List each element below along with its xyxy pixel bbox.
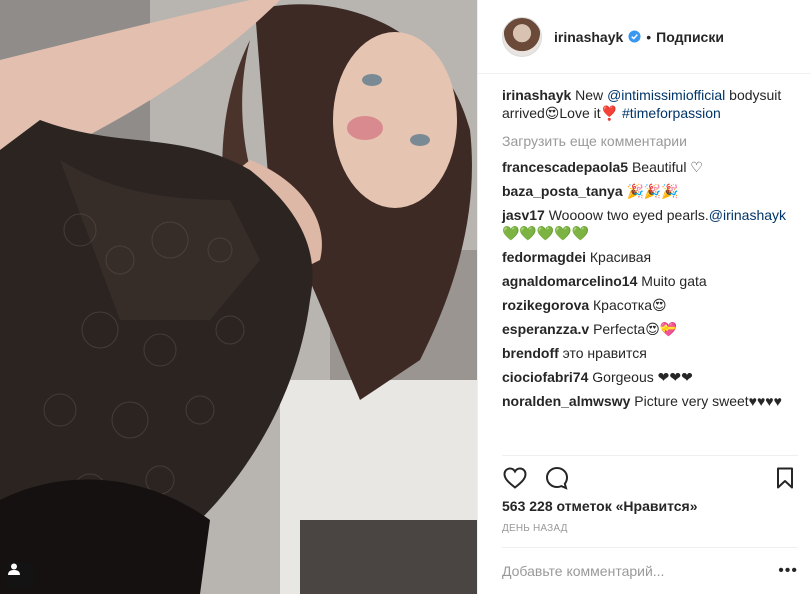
comment-mention[interactable]: @irinashayk bbox=[709, 207, 786, 223]
comment-text: Muito gata bbox=[641, 273, 707, 289]
comment-bubble-icon[interactable] bbox=[544, 465, 570, 491]
comment-username[interactable]: jasv17 bbox=[502, 207, 545, 223]
comment-text: Красивая bbox=[589, 249, 652, 265]
comment-username[interactable]: brendoff bbox=[502, 345, 559, 361]
comment-username[interactable]: fedormagdei bbox=[502, 249, 586, 265]
action-bar bbox=[502, 455, 798, 499]
comment-username[interactable]: noralden_almwswy bbox=[502, 393, 630, 409]
separator-dot: • bbox=[646, 28, 652, 45]
load-more-comments[interactable]: Загрузить еще комментарии bbox=[502, 132, 798, 150]
caption-text: New bbox=[575, 87, 608, 103]
comment: jasv17 Woooow two eyed pearls.@irinashay… bbox=[502, 206, 798, 242]
heart-icon[interactable] bbox=[502, 465, 528, 491]
comment: fedormagdei Красивая bbox=[502, 248, 798, 266]
comment: rozikegorova Красотка😍 bbox=[502, 296, 798, 314]
comment-text: 🎉🎉🎉 bbox=[626, 183, 679, 199]
comment-text: Picture very sweet♥♥♥♥ bbox=[634, 393, 782, 409]
comment: agnaldomarcelino14 Muito gata bbox=[502, 272, 798, 290]
comment-username[interactable]: baza_posta_tanya bbox=[502, 183, 623, 199]
caption-username[interactable]: irinashayk bbox=[502, 87, 571, 103]
comment: brendoff это нравится bbox=[502, 344, 798, 362]
avatar[interactable] bbox=[502, 16, 542, 57]
likes-count[interactable]: 563 228 отметок «Нравится» bbox=[502, 498, 698, 514]
comment-text: Perfecta😍💝 bbox=[593, 321, 678, 337]
comment-username[interactable]: esperanzza.v bbox=[502, 321, 589, 337]
follow-button[interactable]: Подписки bbox=[656, 29, 724, 45]
caption: irinashayk New @intimissimiofficial body… bbox=[502, 86, 798, 122]
comment-text: Beautiful ♡ bbox=[631, 159, 703, 175]
verified-badge-icon bbox=[628, 30, 641, 43]
comments-list: irinashayk New @intimissimiofficial body… bbox=[502, 86, 798, 416]
comment: noralden_almwswy Picture very sweet♥♥♥♥ bbox=[502, 392, 798, 410]
caption-mention[interactable]: @intimissimiofficial bbox=[607, 87, 725, 103]
comment-username[interactable]: rozikegorova bbox=[502, 297, 589, 313]
comment: francescadepaola5 Beautiful ♡ bbox=[502, 158, 798, 176]
comment: ciociofabri74 Gorgeous ❤❤❤ bbox=[502, 368, 798, 386]
post-timestamp[interactable]: ДЕНЬ НАЗАД bbox=[502, 523, 568, 534]
more-options-icon[interactable]: ••• bbox=[778, 562, 798, 580]
photo-illustration bbox=[0, 0, 477, 594]
comment-username[interactable]: ciociofabri74 bbox=[502, 369, 588, 385]
comment-text: Красотка😍 bbox=[593, 297, 667, 313]
header-username[interactable]: irinashayk bbox=[554, 29, 623, 45]
bookmark-icon[interactable] bbox=[772, 465, 798, 491]
comment: baza_posta_tanya 🎉🎉🎉 bbox=[502, 182, 798, 200]
comment-username[interactable]: francescadepaola5 bbox=[502, 159, 628, 175]
comment-username[interactable]: agnaldomarcelino14 bbox=[502, 273, 637, 289]
post-photo[interactable] bbox=[0, 0, 477, 594]
post-side-panel: irinashayk • Подписки irinashayk New @in… bbox=[477, 0, 810, 594]
comment: esperanzza.v Perfecta😍💝 bbox=[502, 320, 798, 338]
add-comment-bar: ••• bbox=[502, 547, 798, 594]
comment-text: это нравится bbox=[562, 345, 647, 361]
comment-text: Woooow two eyed pearls. bbox=[548, 207, 709, 223]
user-tag-icon[interactable] bbox=[7, 562, 33, 588]
comment-input[interactable] bbox=[502, 563, 779, 579]
post-header: irinashayk • Подписки bbox=[478, 0, 810, 74]
comment-text: Gorgeous ❤❤❤ bbox=[592, 369, 693, 385]
caption-hashtag[interactable]: #timeforpassion bbox=[622, 105, 721, 121]
comment-text-tail: 💚💚💚💚💚 bbox=[502, 225, 590, 241]
